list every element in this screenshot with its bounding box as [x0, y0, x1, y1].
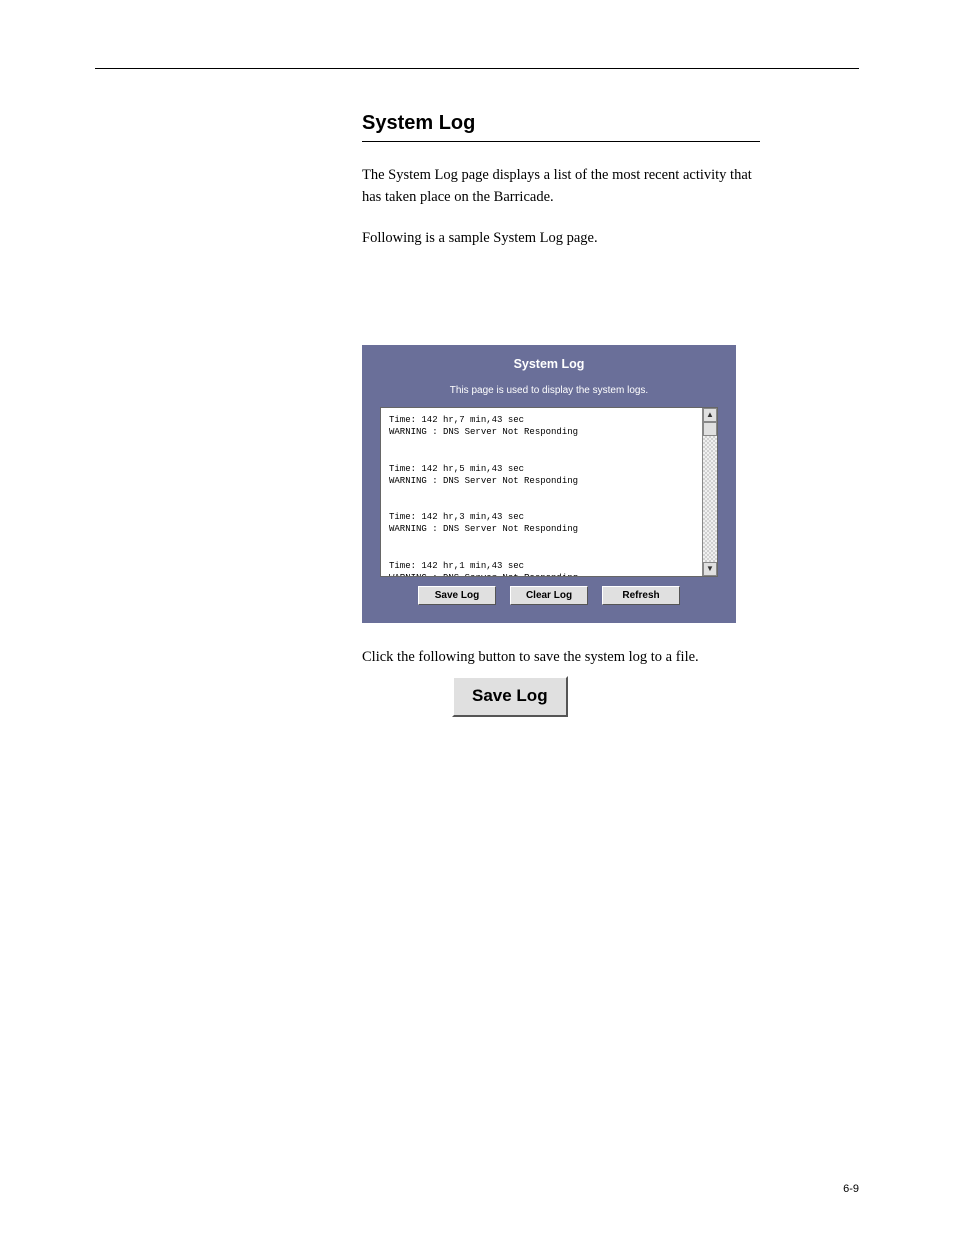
section-underline — [362, 141, 760, 142]
panel-description: This page is used to display the system … — [362, 371, 736, 396]
system-log-panel: System Log This page is used to display … — [362, 345, 736, 623]
page-number: 6-9 — [843, 1183, 859, 1195]
section-heading: System Log — [362, 112, 760, 135]
clear-log-button[interactable]: Clear Log — [510, 586, 588, 605]
panel-button-row: Save Log Clear Log Refresh — [362, 585, 736, 605]
scroll-down-icon[interactable]: ▼ — [703, 562, 717, 576]
log-content: Time: 142 hr,7 min,43 sec WARNING : DNS … — [381, 408, 702, 576]
scroll-thumb[interactable] — [703, 422, 717, 436]
log-textarea[interactable]: Time: 142 hr,7 min,43 sec WARNING : DNS … — [380, 407, 718, 577]
save-log-big-button[interactable]: Save Log — [452, 676, 568, 716]
scroll-up-icon[interactable]: ▲ — [703, 408, 717, 422]
save-instruction-text: Click the following button to save the s… — [362, 646, 699, 668]
refresh-button[interactable]: Refresh — [602, 586, 680, 605]
scrollbar[interactable]: ▲ ▼ — [702, 408, 717, 576]
panel-title: System Log — [362, 345, 736, 371]
figure-caption: Following is a sample System Log page. — [362, 227, 752, 249]
save-instruction-block: Click the following button to save the s… — [362, 646, 699, 723]
intro-paragraph: The System Log page displays a list of t… — [362, 164, 752, 209]
horizontal-rule — [95, 68, 859, 69]
document-page: System Log The System Log page displays … — [0, 0, 954, 1235]
section-body: System Log The System Log page displays … — [362, 112, 760, 249]
save-log-button[interactable]: Save Log — [418, 586, 496, 605]
